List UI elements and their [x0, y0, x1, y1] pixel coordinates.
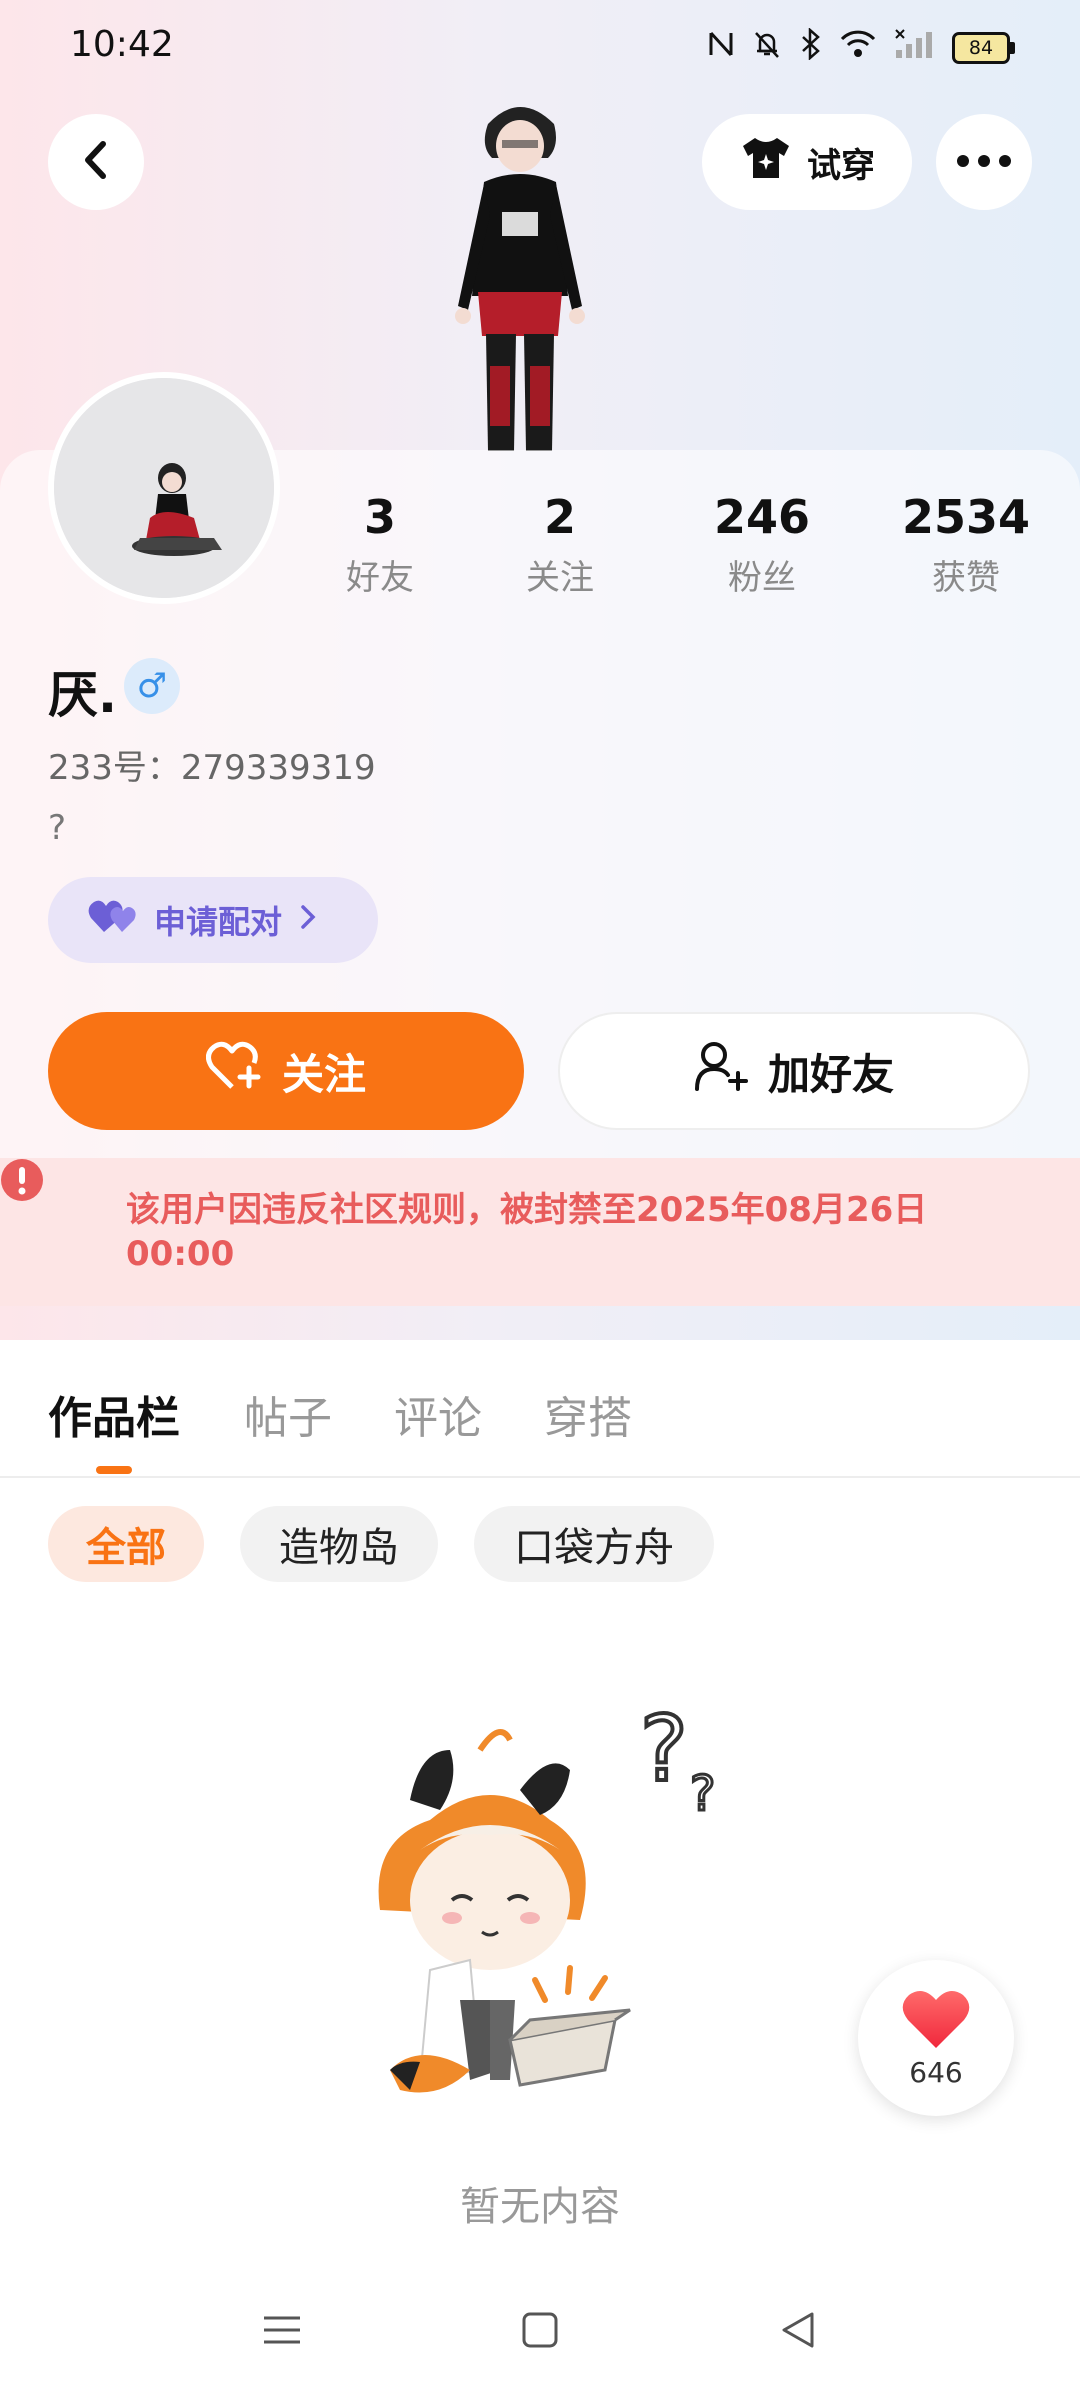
request-pair-label: 申请配对: [154, 903, 283, 941]
signal-icon: [894, 28, 934, 68]
stat-followers[interactable]: 246 粉丝: [682, 490, 842, 599]
user-id: 233号：279339319: [48, 748, 376, 788]
status-time: 10:42: [70, 24, 174, 65]
more-button[interactable]: [936, 114, 1032, 210]
nfc-icon: [708, 29, 734, 67]
wifi-icon: [840, 29, 876, 67]
stat-label: 获赞: [932, 558, 1000, 598]
username: 厌.: [48, 666, 117, 724]
tab-works[interactable]: 作品栏: [48, 1382, 180, 1446]
tabs-divider: [0, 1476, 1080, 1478]
menu-nav-icon[interactable]: [262, 2310, 302, 2354]
content-tabs: 作品栏 帖子 评论 穿搭: [0, 1372, 1080, 1476]
system-nav-bar: [0, 2280, 1080, 2400]
follow-label: 关注: [281, 1049, 366, 1099]
bluetooth-icon: [800, 27, 822, 68]
alert-icon: [0, 1158, 44, 1206]
active-tab-indicator: [96, 1466, 132, 1474]
stat-value: 3: [363, 490, 396, 544]
like-count: 646: [909, 2055, 963, 2089]
stat-value: 2534: [901, 490, 1031, 544]
double-heart-icon: [88, 898, 138, 942]
add-friend-label: 加好友: [767, 1049, 894, 1099]
try-on-button[interactable]: 试穿: [702, 114, 912, 210]
stat-likes[interactable]: 2534 获赞: [886, 490, 1046, 599]
stat-value: 2: [543, 490, 576, 544]
filter-creation-island[interactable]: 造物岛: [240, 1506, 438, 1582]
stat-friends[interactable]: 3 好友: [300, 490, 460, 599]
home-nav-icon[interactable]: [520, 2310, 560, 2354]
svg-text:?: ?: [640, 1710, 688, 1802]
chevron-right-icon: [298, 901, 318, 939]
avatar-character-figure: [430, 96, 610, 451]
mute-bell-icon: [752, 29, 782, 67]
request-pair-button[interactable]: 申请配对: [48, 877, 378, 963]
tshirt-icon: [739, 134, 793, 191]
add-user-icon: [694, 1039, 748, 1103]
stat-value: 246: [713, 490, 811, 544]
add-friend-button[interactable]: 加好友: [558, 1012, 1030, 1130]
tab-comments[interactable]: 评论: [394, 1382, 482, 1446]
svg-text:?: ?: [690, 1766, 715, 1822]
avatar[interactable]: [48, 372, 280, 604]
battery-icon: 84: [952, 32, 1015, 64]
follow-button[interactable]: 关注: [48, 1012, 524, 1130]
filter-all[interactable]: 全部: [48, 1506, 204, 1582]
tab-outfits[interactable]: 穿搭: [544, 1382, 632, 1446]
try-on-label: 试穿: [807, 145, 875, 186]
stat-following[interactable]: 2 关注: [480, 490, 640, 599]
status-icons: 84: [708, 26, 1015, 70]
back-button[interactable]: [48, 114, 144, 210]
filter-pocket-ark[interactable]: 口袋方舟: [474, 1506, 714, 1582]
more-dots-icon: [956, 153, 1012, 172]
user-bio: ?: [48, 808, 67, 848]
male-gender-icon: ♂: [124, 658, 180, 714]
status-bar: 10:42 84: [0, 0, 1080, 96]
stat-label: 好友: [346, 558, 414, 598]
heart-icon: [901, 1988, 971, 2054]
like-floating-button[interactable]: 646: [858, 1960, 1014, 2116]
ban-notice-text: 该用户因违反社区规则，被封禁至2025年08月26日 00:00: [126, 1190, 928, 1274]
empty-state-illustration: ? ?: [360, 1695, 760, 2130]
empty-state-text: 暂无内容: [460, 2184, 620, 2230]
profile-stats: 3 好友 2 关注 246 粉丝 2534 获赞: [300, 490, 1060, 610]
chevron-left-icon: [76, 138, 116, 186]
back-nav-icon[interactable]: [778, 2310, 818, 2354]
stat-label: 粉丝: [728, 558, 796, 598]
heart-plus-icon: [205, 1041, 262, 1101]
tab-posts[interactable]: 帖子: [244, 1382, 332, 1446]
stat-label: 关注: [526, 558, 594, 598]
